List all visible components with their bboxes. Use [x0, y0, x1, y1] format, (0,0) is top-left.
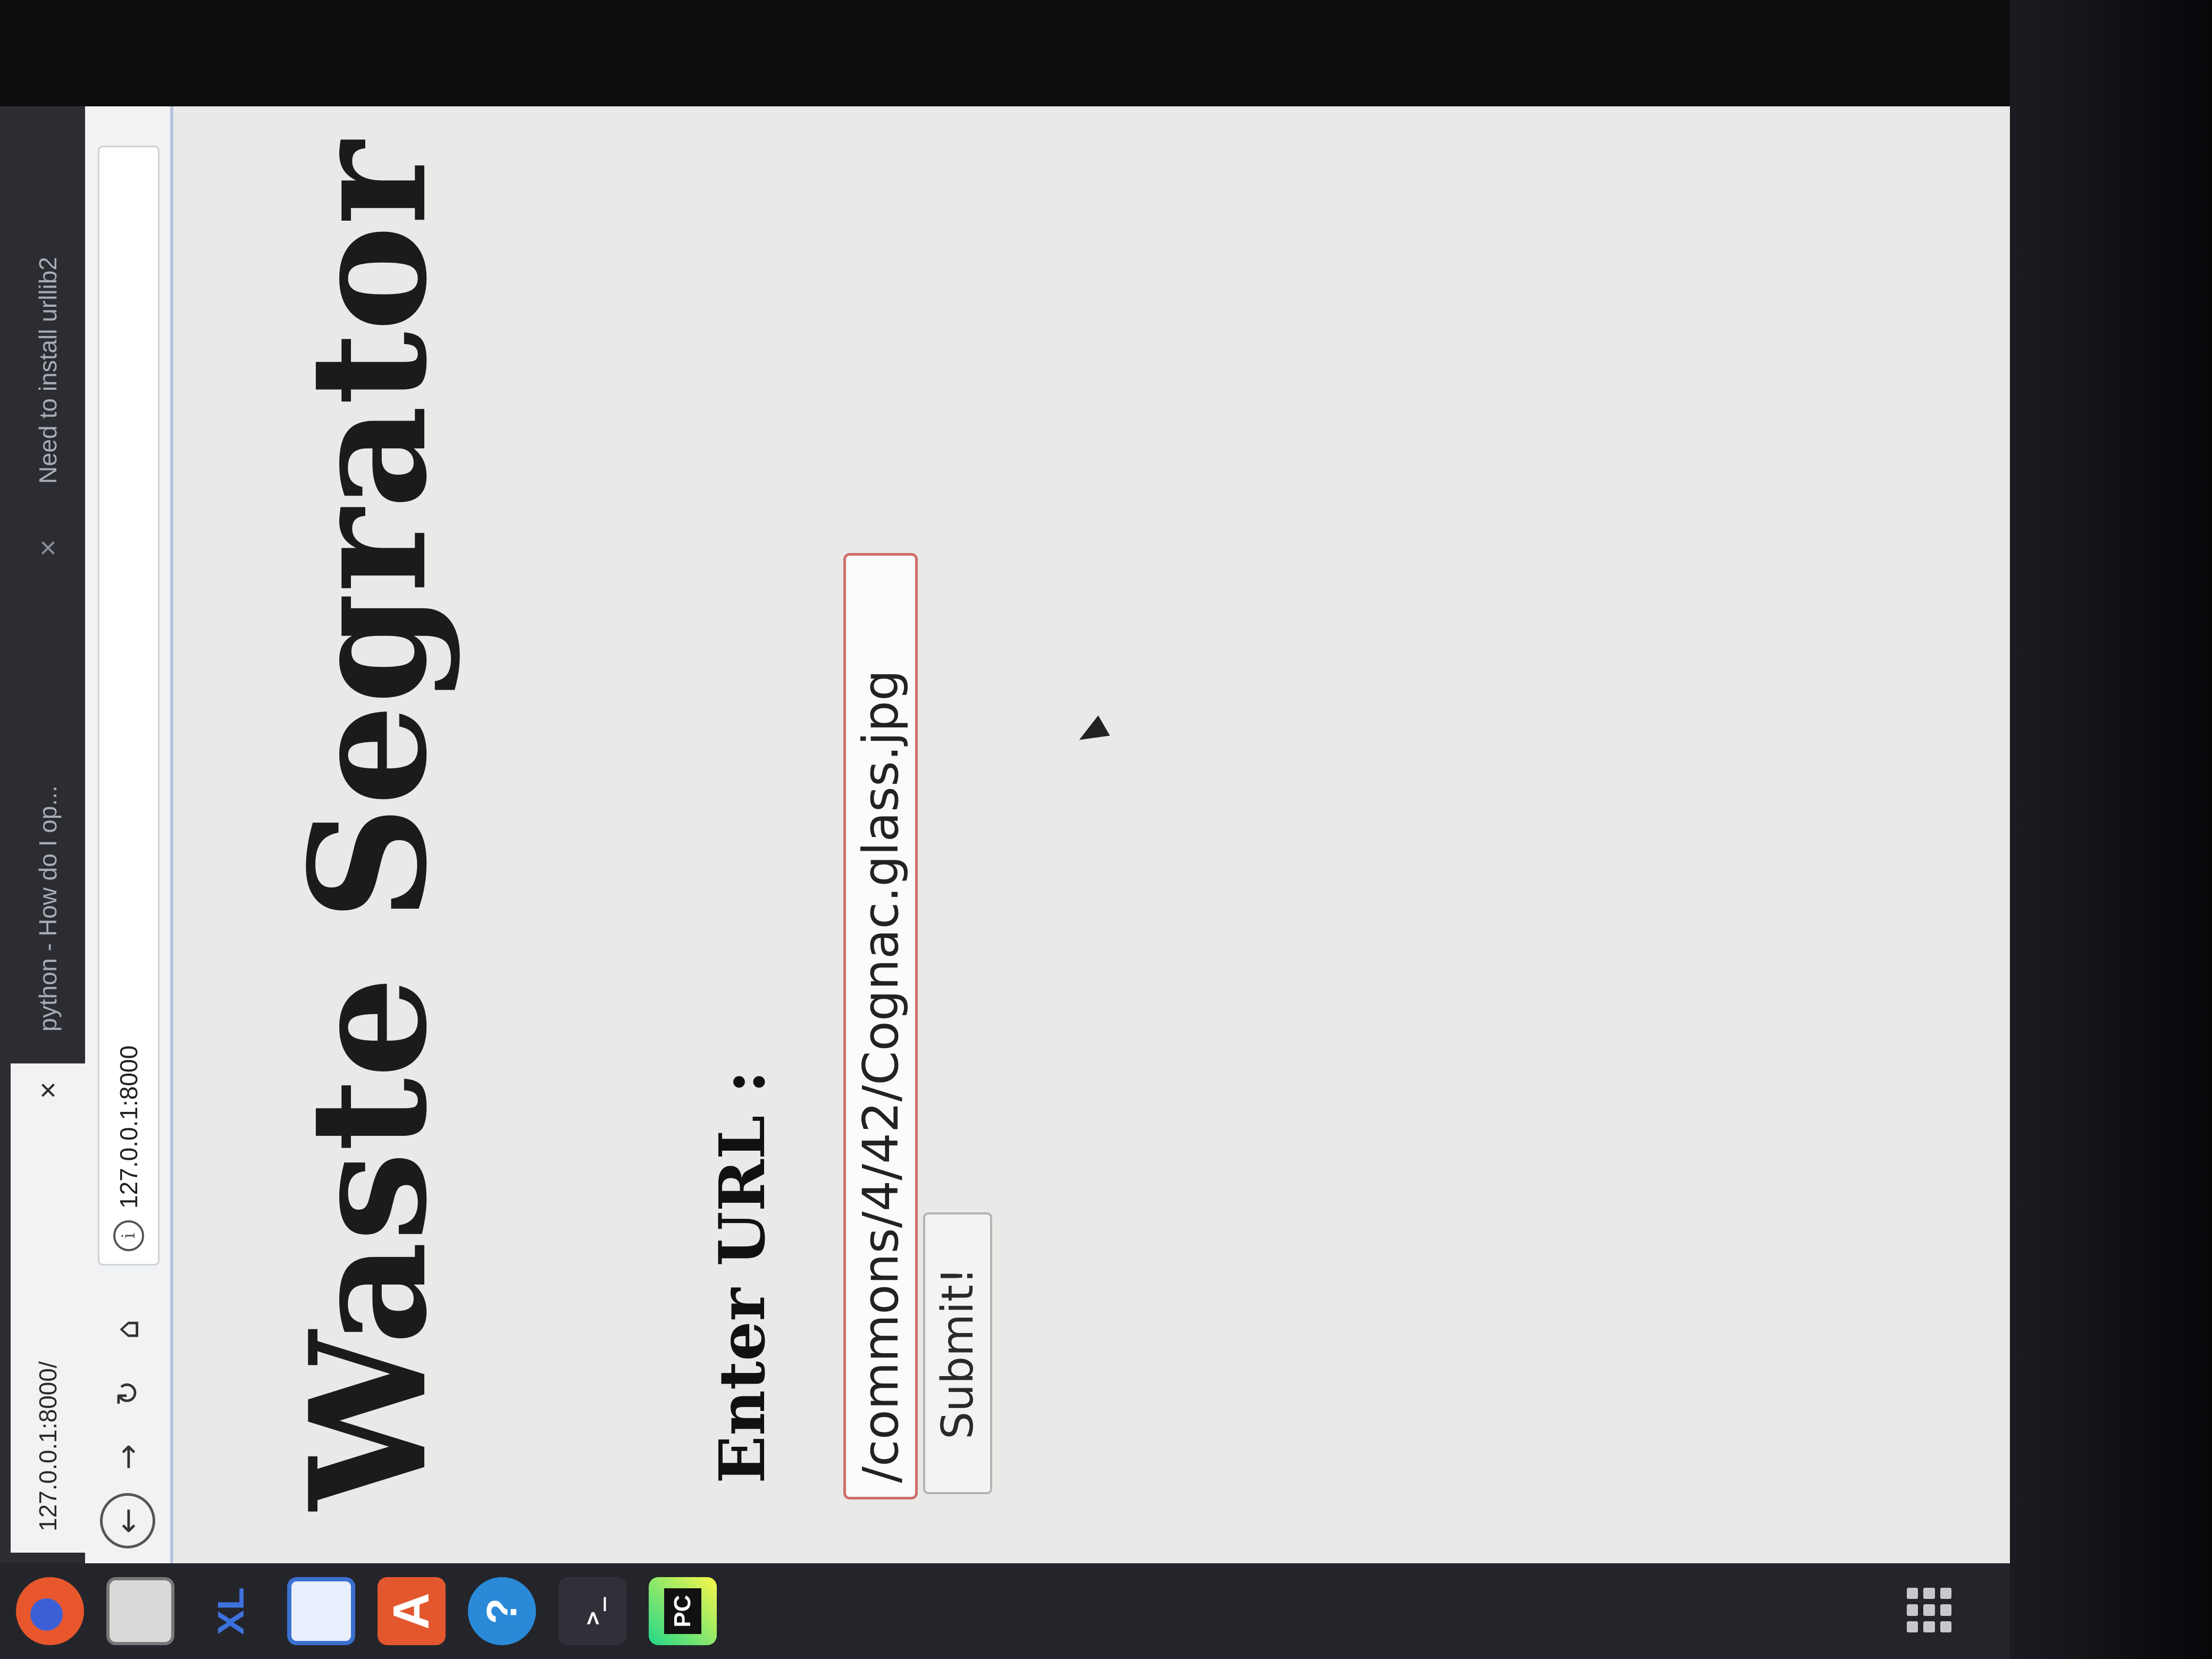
tab-urllib[interactable]: Need to install urllib2 — [11, 133, 85, 505]
software-center-icon[interactable]: A — [378, 1577, 446, 1645]
launcher-dock: XL A ? >_ PC — [0, 1563, 2010, 1659]
pycharm-icon[interactable]: PC — [649, 1577, 717, 1645]
submit-button[interactable]: Submit! — [923, 1212, 992, 1494]
info-icon[interactable]: i — [113, 1220, 144, 1251]
reload-button[interactable]: ↻ — [106, 1372, 149, 1414]
reload-icon: ↻ — [110, 1380, 146, 1406]
close-icon[interactable]: × — [29, 1082, 67, 1099]
tab-localhost[interactable]: 127.0.0.1:8000/ × — [11, 1063, 85, 1553]
tab-title: python - How do I op... — [34, 785, 62, 1032]
tab-title: Need to install urllib2 — [34, 256, 62, 484]
url-input[interactable] — [843, 553, 918, 1499]
home-button[interactable]: ⌂ — [106, 1308, 149, 1351]
url-label: Enter URL : — [705, 1070, 779, 1484]
page-content: Waste Segrator Enter URL : Submit! — [173, 106, 2010, 1563]
firefox-icon[interactable] — [16, 1577, 84, 1645]
help-icon[interactable]: ? — [468, 1577, 536, 1645]
forward-button[interactable]: → — [106, 1436, 149, 1478]
home-icon: ⌂ — [110, 1319, 146, 1339]
terminal-icon[interactable]: >_ — [558, 1577, 626, 1645]
files-icon[interactable] — [106, 1577, 174, 1645]
tab-title: 127.0.0.1:8000/ — [34, 1361, 62, 1531]
photo-stage: XL A ? >_ PC 127.0.0.1:8000/ × python - … — [0, 0, 2212, 1659]
navigation-bar: ← → ↻ ⌂ i 127.0.0.1:8000 — [85, 106, 173, 1563]
mouse-cursor-icon — [1073, 715, 1110, 750]
xl-icon[interactable]: XL — [197, 1577, 265, 1645]
app-grid-icon[interactable] — [1907, 1588, 1951, 1632]
monitor-bezel — [2010, 0, 2212, 1659]
tab-bar: 127.0.0.1:8000/ × python - How do I op..… — [0, 106, 85, 1563]
tab-stackoverflow[interactable]: python - How do I op... × — [11, 521, 85, 1053]
address-text: 127.0.0.1:8000 — [115, 1045, 143, 1209]
arrow-left-icon: ← — [110, 1507, 146, 1534]
back-button[interactable]: ← — [100, 1493, 155, 1548]
page-title: Waste Segrator — [274, 141, 462, 1510]
close-icon[interactable]: × — [29, 539, 67, 557]
screen: XL A ? >_ PC 127.0.0.1:8000/ × python - … — [0, 106, 2010, 1659]
document-viewer-icon[interactable] — [287, 1577, 355, 1645]
address-bar[interactable]: i 127.0.0.1:8000 — [98, 146, 160, 1266]
arrow-right-icon: → — [110, 1444, 146, 1470]
